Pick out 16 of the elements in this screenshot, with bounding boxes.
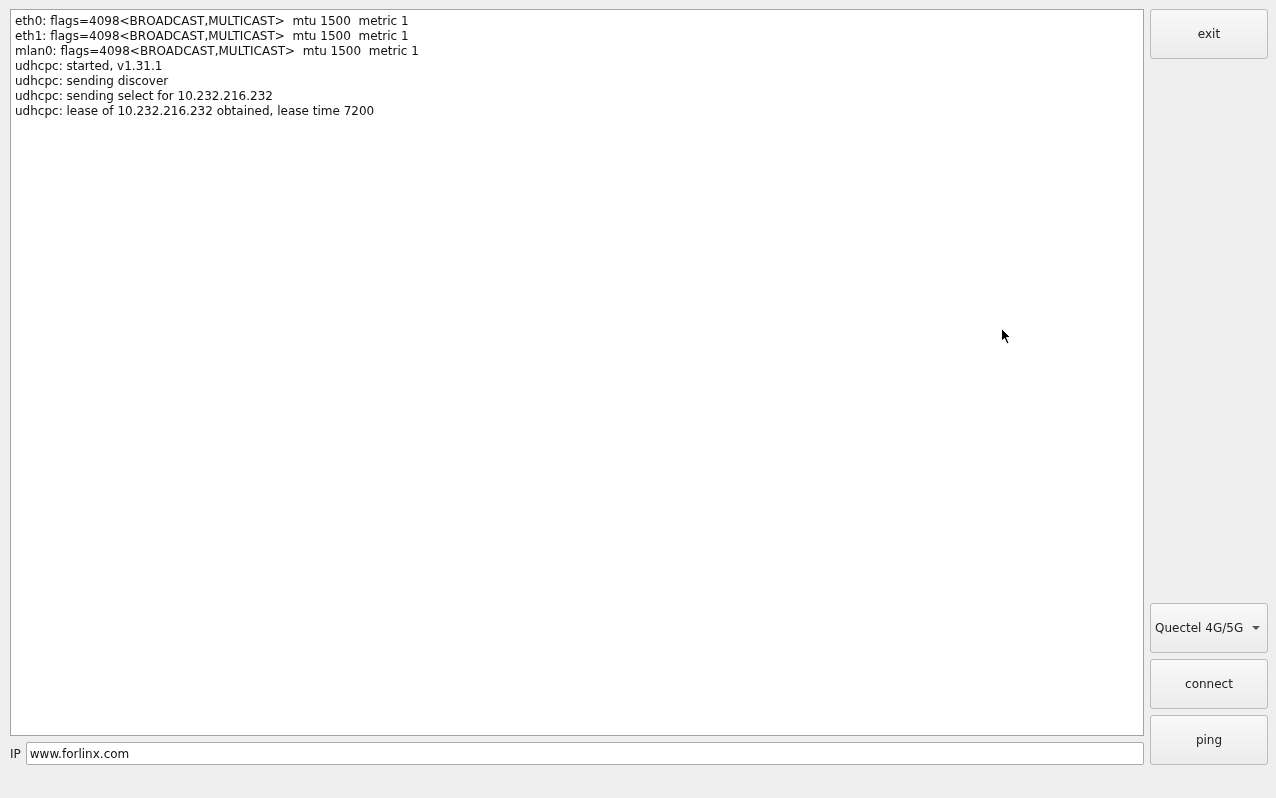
log-line: udhcpc: started, v1.31.1 [15,59,163,74]
ping-button[interactable]: ping [1150,715,1268,765]
log-line: udhcpc: sending discover [15,74,169,89]
log-line: eth1: flags=4098<BROADCAST,MULTICAST> mtu 1500 metric 1 [15,29,409,44]
modem-dropdown[interactable]: Quectel 4G/5G [1150,603,1268,653]
mouse-pointer-icon [1001,328,1012,345]
log-text-area[interactable] [10,9,1144,736]
log-line: udhcpc: lease of 10.232.216.232 obtained, lease time 7200 [15,104,375,119]
caret-icon [1252,626,1260,630]
log-line: udhcpc: sending select for 10.232.216.232 [15,89,273,104]
log-line: mlan0: flags=4098<BROADCAST,MULTICAST> mtu 1500 metric 1 [15,44,419,59]
exit-button[interactable]: exit [1150,9,1268,59]
ip-label: IP [10,746,21,761]
log-line: eth0: flags=4098<BROADCAST,MULTICAST> mtu 1500 metric 1 [15,14,409,29]
ip-input-field[interactable]: www.forlinx.com [25,742,1144,765]
connect-button[interactable]: connect [1150,659,1268,709]
